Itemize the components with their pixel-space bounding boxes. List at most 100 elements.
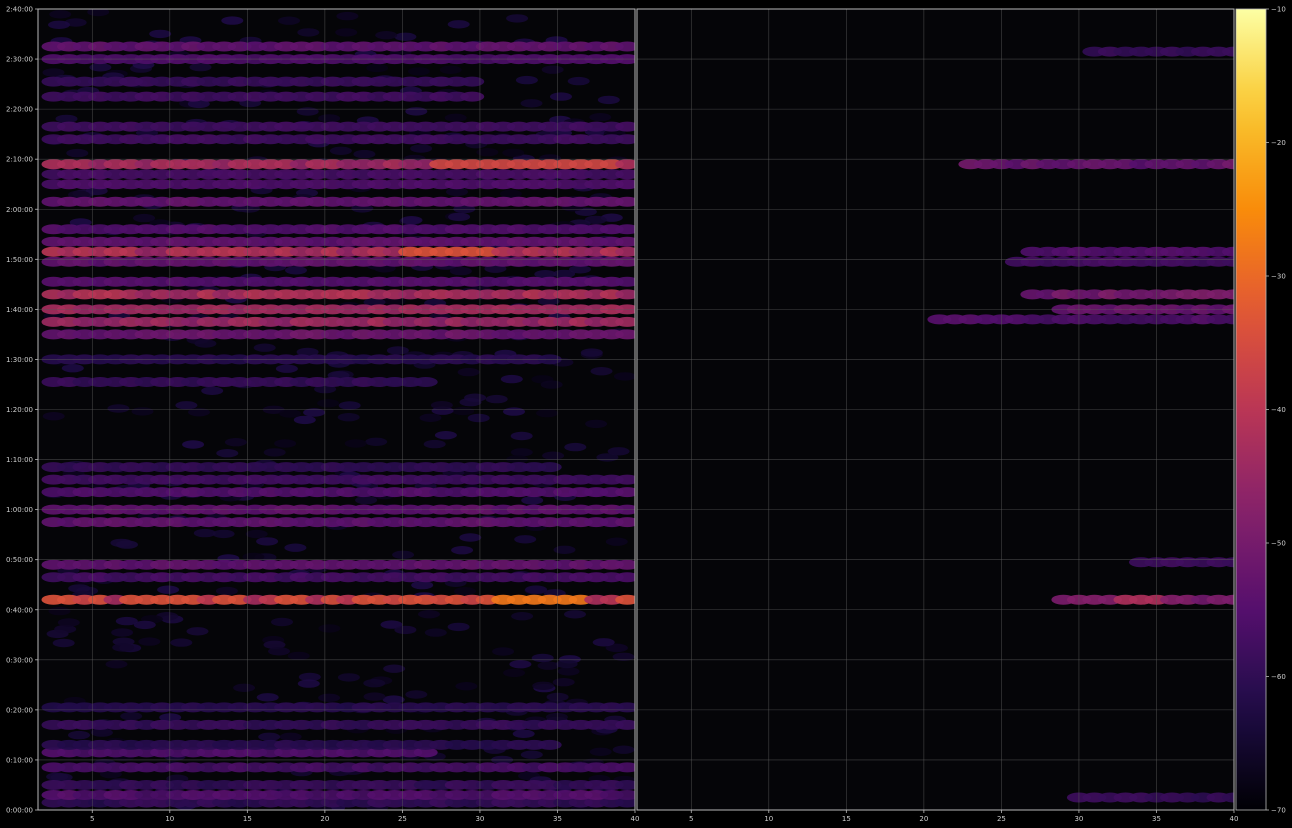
- heatmap-cell: [615, 256, 635, 267]
- heatmap-cell: [615, 196, 635, 207]
- heatmap-cell: [194, 339, 217, 348]
- colorbar-tick-label: −50: [1271, 540, 1286, 548]
- heatmap-cell: [503, 407, 525, 416]
- heatmap-cell: [532, 681, 555, 690]
- x-tick-label: 40: [1230, 815, 1239, 823]
- colorbar-tick-label: −60: [1271, 673, 1286, 681]
- y-tick-label: 2:10:00: [6, 156, 33, 164]
- heatmap-cell: [193, 528, 216, 538]
- heatmap-cell: [400, 216, 423, 225]
- heatmap-cell: [394, 32, 417, 41]
- heatmap-cell: [365, 437, 388, 446]
- heatmap-cell: [170, 638, 193, 647]
- heatmap-cell: [52, 638, 75, 648]
- heatmap-cell: [449, 266, 472, 276]
- heatmap-cell: [537, 462, 562, 473]
- x-tick-label: 10: [764, 815, 773, 823]
- x-tick-label: 30: [475, 815, 484, 823]
- heatmap-cell: [542, 451, 565, 460]
- heatmap-cell: [506, 14, 529, 23]
- heatmap-cell: [419, 413, 442, 422]
- heatmap-cell: [329, 146, 352, 155]
- heatmap-cell: [589, 747, 612, 756]
- heatmap-cell: [615, 169, 635, 180]
- heatmap-cell: [615, 236, 635, 247]
- heatmap-cell: [447, 622, 470, 632]
- heatmap-cell: [455, 682, 478, 691]
- heatmap-cell: [115, 616, 138, 626]
- colorbar-tick-label: −40: [1271, 406, 1286, 414]
- heatmap-cell: [503, 668, 526, 678]
- heatmap-cell: [615, 121, 635, 132]
- heatmap-cell: [278, 16, 300, 25]
- x-tick-label: 5: [689, 815, 693, 823]
- x-tick-label: 5: [90, 815, 94, 823]
- heatmap-cell: [430, 401, 453, 410]
- heatmap-cell: [521, 496, 544, 505]
- heatmap-cell: [457, 367, 480, 377]
- x-tick-label: 20: [320, 815, 329, 823]
- heatmap-cell: [131, 407, 154, 416]
- heatmap-cell: [564, 442, 587, 452]
- heatmap-cell: [212, 529, 235, 539]
- heatmap-cell: [552, 678, 575, 687]
- heatmap-cell: [157, 585, 180, 594]
- heatmap-cell: [279, 409, 302, 418]
- heatmap-cell: [336, 11, 359, 21]
- x-tick-label: 10: [165, 815, 174, 823]
- x-tick-label: 35: [553, 815, 562, 823]
- heatmap-cell: [615, 780, 635, 790]
- x-tick-label: 25: [997, 815, 1006, 823]
- heatmap-cell: [405, 107, 428, 116]
- heatmap-cell: [510, 431, 533, 441]
- x-tick-label: 40: [631, 815, 640, 823]
- y-tick-label: 2:20:00: [6, 106, 33, 114]
- heatmap-cell: [536, 408, 559, 418]
- heatmap-cell: [107, 404, 130, 413]
- heatmap-cell: [567, 76, 590, 86]
- heatmap-cell: [405, 690, 428, 699]
- y-tick-label: 1:10:00: [6, 456, 33, 464]
- x-tick-label: 15: [243, 815, 252, 823]
- heatmap-cell: [564, 610, 586, 619]
- heatmap-cell: [424, 628, 447, 637]
- heatmap-cell: [510, 448, 533, 457]
- heatmap-cell: [531, 653, 554, 663]
- heatmap-cell: [366, 63, 389, 73]
- colorbar-tick-label: −30: [1271, 273, 1286, 281]
- x-tick-label: 25: [398, 815, 407, 823]
- heatmap-cell: [511, 612, 534, 621]
- x-tick-label: 15: [842, 815, 851, 823]
- heatmap-cell: [337, 673, 360, 682]
- heatmap-cell: [138, 637, 161, 646]
- heatmap-cell: [605, 537, 628, 546]
- heatmap-cell: [615, 224, 635, 235]
- x-tick-label: 20: [919, 815, 928, 823]
- heatmap-cell: [515, 75, 538, 85]
- y-axis-ticks: 0:00:00 0:10:00 0:20:00 0:30:00 0:40:00 0:50:…: [6, 6, 38, 815]
- heatmap-cell: [344, 439, 367, 448]
- heatmap-cell: [585, 419, 608, 429]
- heatmap-cell: [297, 28, 320, 37]
- heatmap-cell: [434, 431, 457, 440]
- heatmap-cell: [182, 440, 205, 449]
- heatmap-cell: [285, 266, 307, 275]
- heatmap-cell: [589, 113, 612, 122]
- heatmap-cell: [444, 113, 467, 123]
- heatmap-cell: [615, 179, 635, 190]
- heatmap-cell: [353, 149, 376, 159]
- heatmap-cell: [597, 95, 620, 105]
- heatmap-cell: [615, 134, 635, 145]
- heatmap-cell: [394, 625, 417, 635]
- heatmap-cell: [105, 660, 128, 669]
- heatmap-cell: [111, 628, 134, 637]
- y-tick-label: 0:10:00: [6, 756, 33, 764]
- heatmap-cell: [615, 289, 635, 300]
- colorbar-tick-label: −70: [1271, 807, 1286, 815]
- heatmap-cell: [338, 401, 361, 410]
- heatmap-cell: [392, 550, 415, 559]
- colorbar: [1235, 8, 1267, 811]
- heatmap-cell: [296, 107, 319, 116]
- y-tick-label: 0:50:00: [6, 556, 33, 564]
- heatmap-cell: [318, 693, 341, 702]
